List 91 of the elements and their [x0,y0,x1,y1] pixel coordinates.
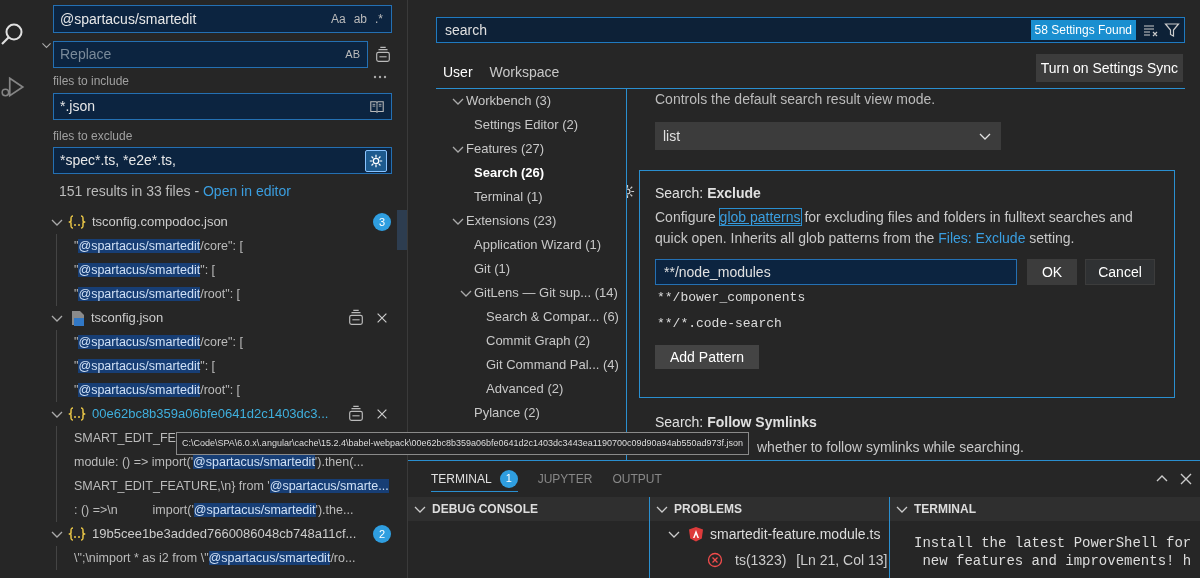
pattern-item[interactable]: **/bower_components [655,285,1156,311]
close-icon[interactable] [375,311,389,325]
option-toggle[interactable]: Aa [326,10,350,28]
problem-file-name[interactable]: smartedit-feature.module.ts [710,523,881,545]
toc-item[interactable]: Features (27) [466,139,545,159]
results-summary: 151 results in 33 files - [59,181,201,201]
settings-exclude-toggle[interactable] [365,149,387,172]
toc-item[interactable]: Git (1) [474,259,511,279]
add-pattern-button[interactable]: Add Pattern [655,345,759,369]
toc-item[interactable]: Search (26) [474,163,545,183]
match-line[interactable]: \";\nimport * as i2 from \"@spartacus/smartedit/ro... [74,546,356,570]
exclude-field[interactable]: *spec*.ts, *e2e*.ts, [53,147,392,174]
view-header[interactable]: PROBLEMS [650,497,889,521]
braces-icon [68,526,86,542]
gear-icon [368,152,384,169]
run-debug-icon[interactable] [0,74,26,100]
setting-link[interactable]: glob patterns [719,209,801,225]
close-icon[interactable] [1178,471,1194,487]
count-badge: 2 [373,525,391,543]
toc-item[interactable]: Commit Graph (2) [486,331,591,351]
close-icon[interactable] [375,407,389,421]
panel-tab[interactable]: OUTPUT [612,466,662,492]
file-name[interactable]: 19b5cee1be3added7660086048cb748a11cf... [92,524,373,544]
view-mode-dropdown[interactable]: list [655,122,1001,150]
angular-shield-icon [688,526,704,542]
settings-search-field[interactable]: search 58 Settings Found [436,17,1185,43]
view-header[interactable]: DEBUG CONSOLE [408,497,649,521]
replace-all-icon[interactable] [347,405,365,423]
count-badge: 3 [373,213,391,231]
pattern-item[interactable]: **/*.code-search [655,311,1156,337]
ok-button[interactable]: OK [1027,259,1077,285]
toc-item[interactable]: Workbench (3) [466,91,551,111]
file-name[interactable]: 00e62bc8b359a06bfe0641d2c1403dc3... [92,404,347,424]
match-line[interactable]: "@spartacus/smartedit/root": [ [74,282,241,306]
setting-description: whether to follow symlinks while searching. [757,438,1024,457]
cancel-button[interactable]: Cancel [1085,259,1155,285]
results-count-badge: 58 Settings Found [1030,20,1136,40]
toc-item[interactable]: Advanced (2) [486,379,564,399]
pattern-input-field[interactable]: **/node_modules [655,259,1017,285]
settings-tab[interactable]: Workspace [482,61,567,83]
match-line[interactable]: SMART_EDIT_FE [74,426,176,450]
replace-field[interactable]: Replace AB [53,41,368,68]
match-line[interactable]: "@spartacus/smartedit/core": [ [74,330,243,354]
filter-icon[interactable] [1164,22,1180,38]
view-header[interactable]: TERMINAL [890,497,1200,521]
settings-tab[interactable]: User [436,61,480,83]
replace-all-icon[interactable] [374,45,392,64]
file-name[interactable]: tsconfig.compodoc.json [92,212,373,232]
braces-icon [68,406,86,422]
setting-link[interactable]: Files: Exclude [938,230,1026,246]
open-in-editor-link[interactable]: Open in editor [202,180,291,202]
match-line[interactable]: : () =>\n import('@spartacus/smartedit').the... [74,498,354,522]
option-toggle[interactable]: ab [349,10,371,28]
match-line[interactable]: "@spartacus/smartedit/root": [ [74,378,241,402]
problem-row[interactable]: ts(1323) [Ln 21, Col 13] [650,547,889,573]
toc-item[interactable]: Application Wizard (1) [474,235,602,255]
field-label: files to exclude [53,128,134,144]
field-label: files to include [53,74,130,88]
toc-item[interactable]: Terminal (1) [474,187,543,207]
scrollbar-thumb[interactable] [397,210,407,250]
search-icon[interactable] [0,22,24,46]
count-badge: 1 [499,469,518,488]
terminal-line: new features and improvements! h [921,552,1193,570]
toc-item[interactable]: Settings Editor (2) [474,115,579,135]
toc-item[interactable]: Search & Compar... (6) [486,307,619,327]
search-field[interactable]: @spartacus/smartedit Aa ab .* [53,5,392,33]
toc-item[interactable]: Extensions (23) [466,211,557,231]
preserve-case-toggle[interactable]: AB [342,46,363,63]
panel-tab[interactable]: JUPYTER [537,466,593,492]
settings-sync-button[interactable]: Turn on Settings Sync [1035,54,1183,82]
setting-title: Search: Follow Symlinks [655,413,817,432]
book-icon[interactable] [369,98,385,115]
typescript-file-icon [69,310,85,326]
terminal-line: Install the latest PowerShell for [914,534,1193,552]
match-line[interactable]: "@spartacus/smartedit/core": [ [74,234,243,258]
clear-filter-icon[interactable] [1142,22,1158,38]
error-icon [707,552,723,568]
file-path-tooltip: C:\Code\SPA\6.0.x\.angular\cache\15.2.4\babel-webpack\00e62bc8b359a06bfe0641d2c1403dc3443ea1190700c09d90a94ab550ad973f.json [176,432,750,455]
braces-icon [68,214,86,230]
setting-description: Configure glob patterns for excluding files and folders in fulltext searches and quick open. Inherits all glob patterns from the Files: Exclude setting. [655,208,1134,248]
replace-all-icon[interactable] [347,309,365,327]
file-name[interactable]: tsconfig.json [91,308,347,328]
setting-description: Controls the default search result view mode. [655,90,936,109]
panel-tab[interactable]: TERMINAL 1 [431,466,518,492]
match-line[interactable]: SMART_EDIT_FEATURE,\n} from '@spartacus/smarte... [74,474,389,498]
include-field[interactable]: *.json [53,93,392,120]
toc-item[interactable]: Git Command Pal... (4) [486,355,619,375]
option-toggle[interactable]: .* [371,10,387,28]
toc-item[interactable]: Pylance (2) [474,403,540,423]
toc-item[interactable]: GitLens — Git sup... (14) [474,283,618,303]
setting-title: Search: Exclude [655,184,762,203]
